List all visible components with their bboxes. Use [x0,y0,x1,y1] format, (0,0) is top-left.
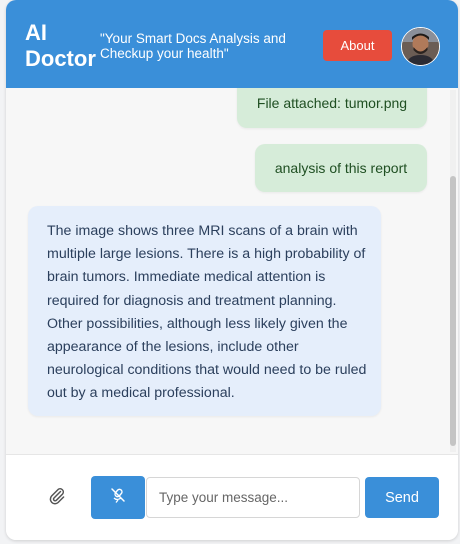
user-message: analysis of this report [255,144,427,192]
message-input[interactable] [146,477,360,518]
user-message: File attached: tumor.png [237,88,427,128]
app-title: AI Doctor [25,20,96,72]
microphone-off-icon [109,486,127,509]
send-button[interactable]: Send [365,477,439,518]
microphone-button[interactable] [91,476,145,519]
avatar-image [402,28,439,65]
chat-history[interactable]: File attached: tumor.png analysis of thi… [6,88,458,454]
avatar[interactable] [401,27,440,66]
scrollbar-thumb[interactable] [450,176,456,446]
chat-app: AI Doctor "Your Smart Docs Analysis and … [6,0,458,540]
composer: Send [6,454,458,540]
app-title-line1: AI [25,20,47,45]
app-tagline: "Your Smart Docs Analysis and Checkup yo… [100,31,286,61]
paperclip-icon[interactable] [47,486,67,506]
about-button[interactable]: About [323,30,392,61]
app-header: AI Doctor "Your Smart Docs Analysis and … [6,0,458,88]
assistant-message: The image shows three MRI scans of a bra… [28,206,381,416]
app-title-line2: Doctor [25,46,96,71]
